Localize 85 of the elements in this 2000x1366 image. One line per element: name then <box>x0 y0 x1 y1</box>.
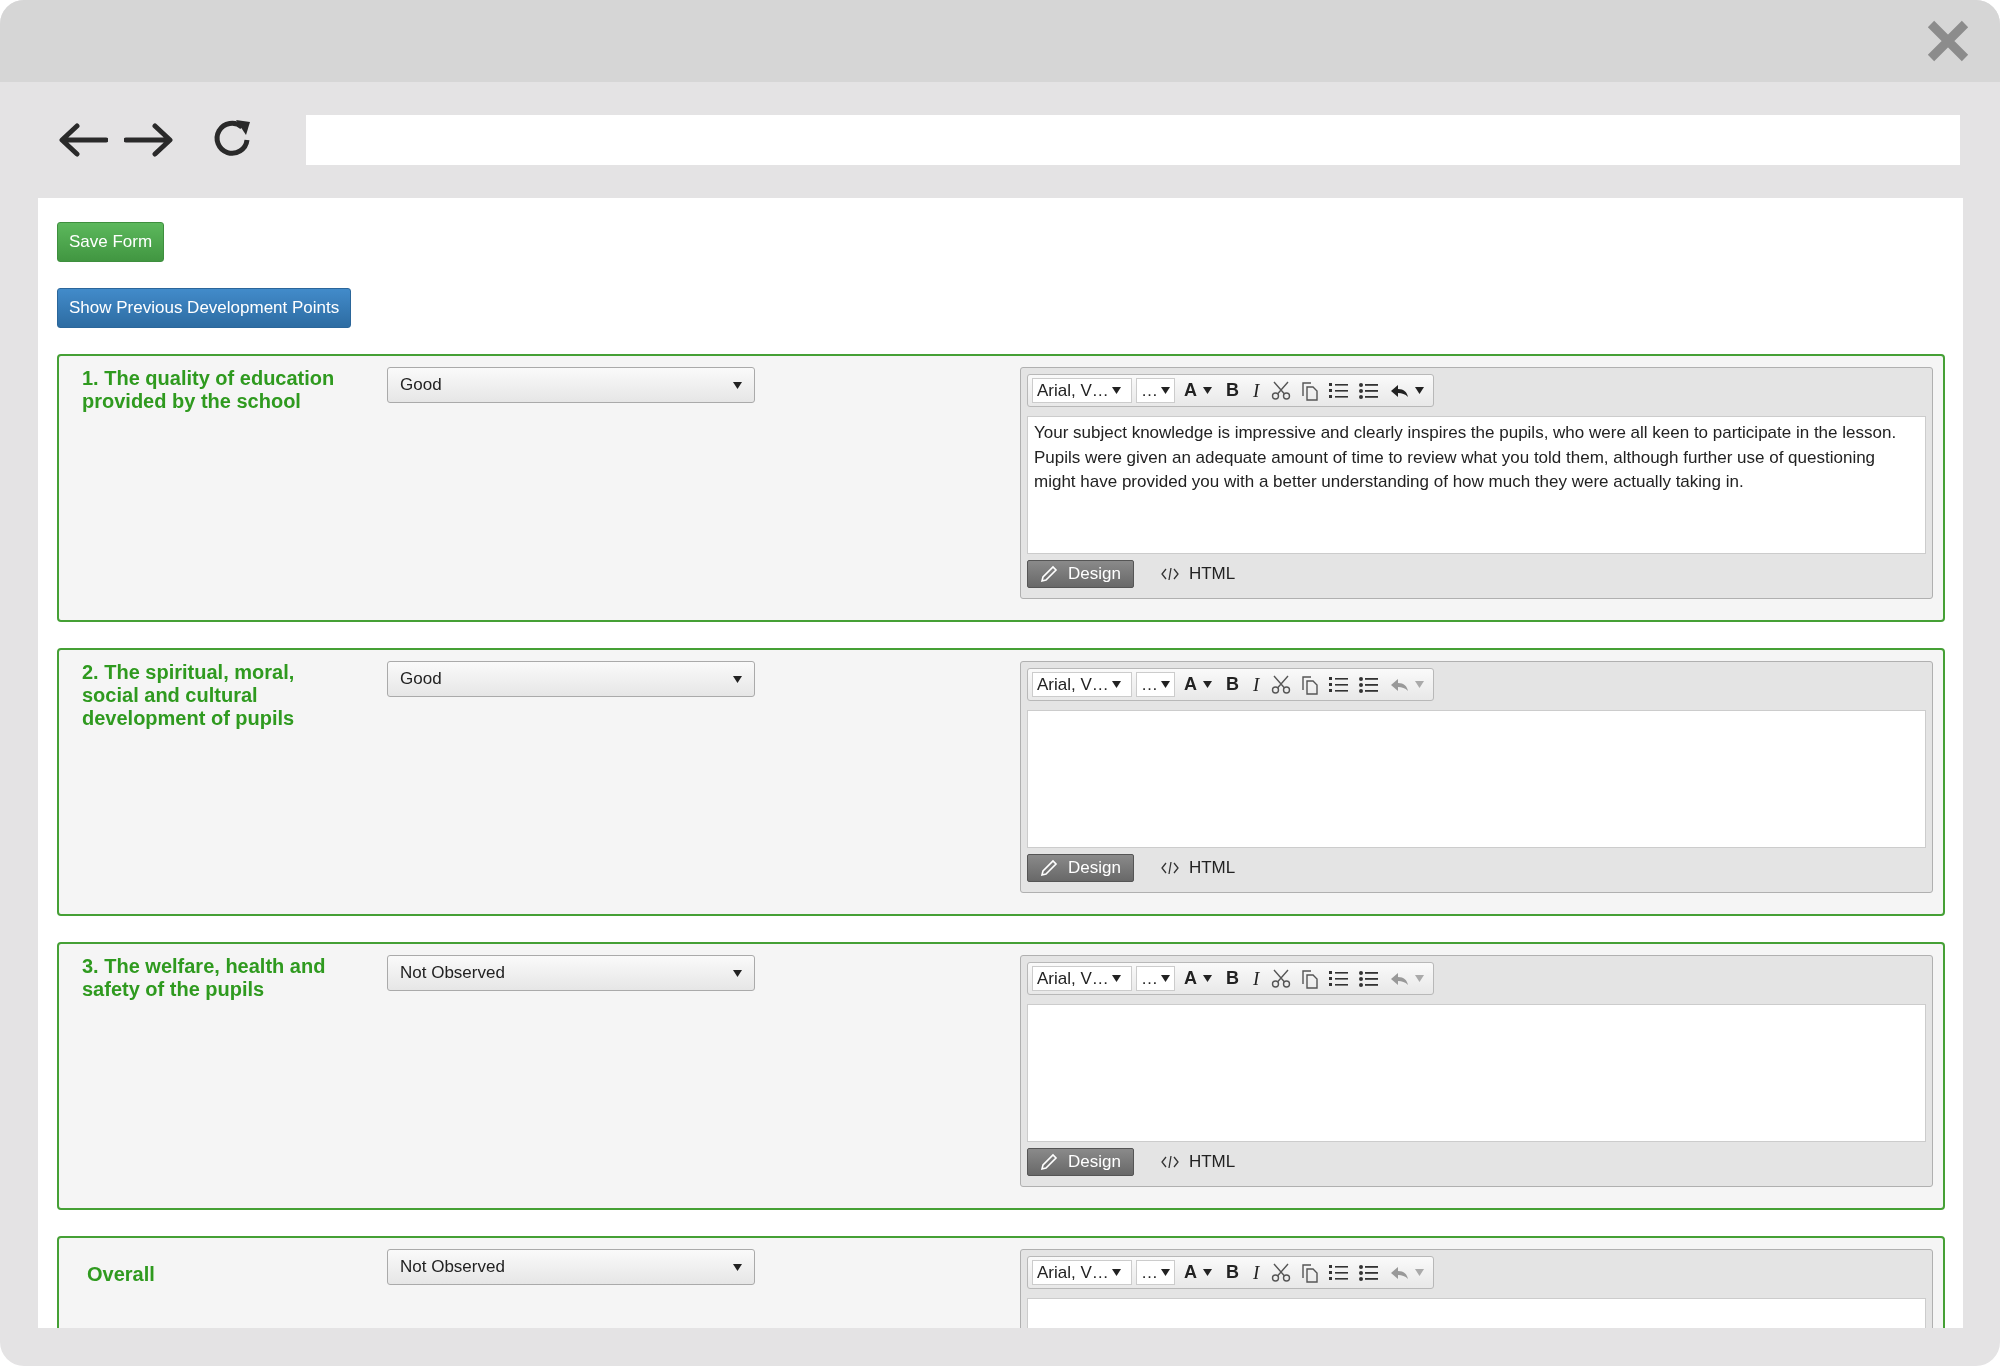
copy-icon[interactable] <box>1301 380 1320 401</box>
bullet-list-icon[interactable] <box>1359 969 1380 988</box>
caret-icon <box>1161 975 1170 982</box>
numbered-list-icon[interactable] <box>1329 675 1350 694</box>
reload-icon[interactable] <box>212 118 252 158</box>
rating-dropdown[interactable]: Not Observed <box>387 1249 755 1285</box>
caret-icon <box>1111 1269 1121 1276</box>
caret-icon <box>1111 681 1121 688</box>
pencil-icon <box>1040 1153 1058 1171</box>
rating-dropdown[interactable]: Not Observed <box>387 955 755 991</box>
undo-icon <box>1391 1265 1410 1280</box>
undo-icon <box>1391 677 1410 692</box>
comment-text-area[interactable]: Your subject knowledge is impressive and clearly inspires the pupils, who were all keen to participate in the lesson. Pupils were given an adequate amount of time to review what you told them, although further use of questioning might have provided you with a better understanding of how much they were actually taking in. <box>1027 416 1926 554</box>
caret-icon <box>1203 975 1212 982</box>
font-color-button[interactable]: A <box>1179 671 1217 698</box>
italic-button[interactable]: I <box>1248 377 1265 404</box>
size-dropdown[interactable]: … <box>1136 378 1175 403</box>
bullet-list-icon[interactable] <box>1359 675 1380 694</box>
font-color-button[interactable]: A <box>1179 377 1217 404</box>
numbered-list-icon[interactable] <box>1329 381 1350 400</box>
scissors-icon[interactable] <box>1271 380 1292 401</box>
section-title: 1. The quality of education provided by the school <box>82 367 336 413</box>
forward-arrow-icon[interactable] <box>124 123 174 157</box>
caret-icon <box>1203 1269 1212 1276</box>
caret-icon <box>1161 1269 1170 1276</box>
html-tab[interactable]: HTML <box>1147 854 1249 882</box>
bold-button[interactable]: B <box>1221 377 1244 404</box>
numbered-list-icon[interactable] <box>1329 1263 1350 1282</box>
section-title: 3. The welfare, health and safety of the pupils <box>82 955 327 1001</box>
size-dropdown[interactable]: … <box>1136 1260 1175 1285</box>
font-color-button[interactable]: A <box>1179 965 1217 992</box>
code-icon <box>1160 567 1179 581</box>
font-dropdown[interactable]: Arial, V… <box>1032 672 1132 697</box>
bold-button[interactable]: B <box>1221 965 1244 992</box>
italic-button[interactable]: I <box>1248 1259 1265 1286</box>
copy-icon[interactable] <box>1301 968 1320 989</box>
font-dropdown[interactable]: Arial, V… <box>1032 966 1132 991</box>
font-color-button[interactable]: A <box>1179 1259 1217 1286</box>
font-dropdown[interactable]: Arial, V… <box>1032 378 1132 403</box>
caret-icon <box>733 675 742 683</box>
caret-icon <box>1415 975 1425 982</box>
pencil-icon <box>1040 565 1058 583</box>
size-dropdown[interactable]: … <box>1136 966 1175 991</box>
font-dropdown[interactable]: Arial, V… <box>1032 1260 1132 1285</box>
caret-icon <box>1415 387 1425 394</box>
caret-icon <box>733 969 742 977</box>
code-icon <box>1160 861 1179 875</box>
rating-dropdown[interactable]: Good <box>387 367 755 403</box>
copy-icon[interactable] <box>1301 1262 1320 1283</box>
caret-icon <box>1203 681 1212 688</box>
pencil-icon <box>1040 859 1058 877</box>
bold-button[interactable]: B <box>1221 1259 1244 1286</box>
section-title: 2. The spiritual, moral, social and cultural development of pupils <box>82 661 296 730</box>
italic-button[interactable]: I <box>1248 965 1265 992</box>
italic-button[interactable]: I <box>1248 671 1265 698</box>
caret-icon <box>1415 681 1425 688</box>
caret-icon <box>1161 387 1170 394</box>
numbered-list-icon[interactable] <box>1329 969 1350 988</box>
caret-icon <box>733 381 742 389</box>
section-title: Overall <box>86 1262 156 1286</box>
back-arrow-icon[interactable] <box>58 123 108 157</box>
design-tab[interactable]: Design <box>1027 560 1134 588</box>
scissors-icon[interactable] <box>1271 674 1292 695</box>
html-tab[interactable]: HTML <box>1147 1148 1249 1176</box>
bold-button[interactable]: B <box>1221 671 1244 698</box>
code-icon <box>1160 1155 1179 1169</box>
html-tab[interactable]: HTML <box>1147 560 1249 588</box>
rating-dropdown[interactable]: Good <box>387 661 755 697</box>
bullet-list-icon[interactable] <box>1359 381 1380 400</box>
caret-icon <box>1111 387 1121 394</box>
undo-icon <box>1391 971 1410 986</box>
caret-icon <box>1203 387 1212 394</box>
bullet-list-icon[interactable] <box>1359 1263 1380 1282</box>
scissors-icon[interactable] <box>1271 1262 1292 1283</box>
caret-icon <box>733 1263 742 1271</box>
copy-icon[interactable] <box>1301 674 1320 695</box>
caret-icon <box>1111 975 1121 982</box>
caret-icon <box>1161 681 1170 688</box>
design-tab[interactable]: Design <box>1027 1148 1134 1176</box>
undo-icon <box>1391 383 1410 398</box>
show-points-button[interactable]: Show Previous Development Points <box>57 288 352 328</box>
design-tab[interactable]: Design <box>1027 854 1134 882</box>
scissors-icon[interactable] <box>1271 968 1292 989</box>
size-dropdown[interactable]: … <box>1136 672 1175 697</box>
caret-icon <box>1415 1269 1425 1276</box>
